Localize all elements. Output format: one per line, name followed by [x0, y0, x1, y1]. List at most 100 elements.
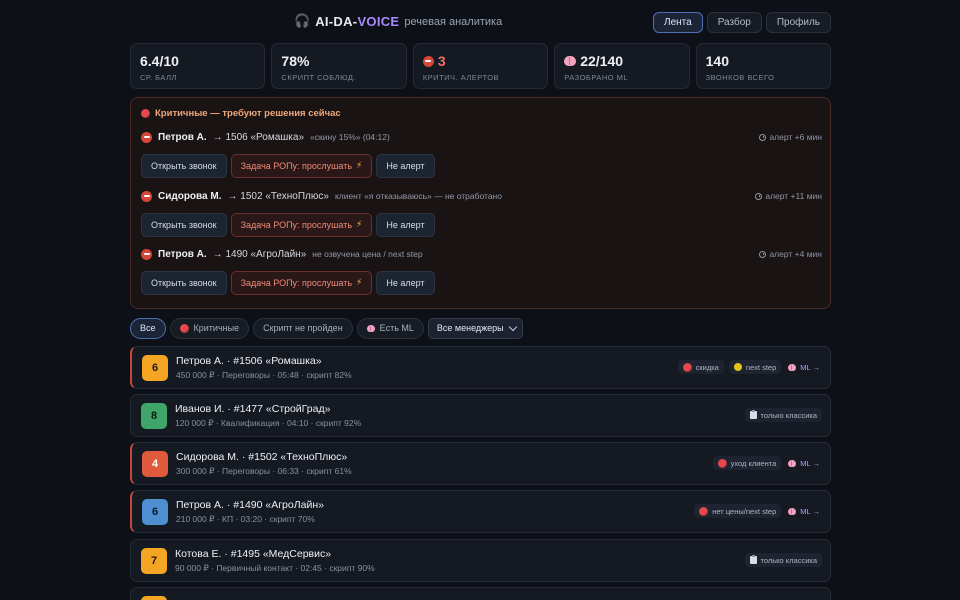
top-bar: 🎧 AI-DA-VOICE речевая аналитика Лента Ра… [130, 10, 831, 34]
open-call-button[interactable]: Открыть звонок [141, 154, 227, 178]
stat-value: 78% [281, 53, 310, 69]
lightning-icon: ⚡ [356, 220, 363, 230]
call-tags: нет цены/next step ML → [694, 504, 822, 518]
stat-value: 6.4/10 [140, 53, 179, 69]
nav-profile-button[interactable]: Профиль [765, 12, 831, 33]
score-badge: 6 [142, 355, 168, 381]
brain-icon [788, 363, 797, 371]
tag-classic-only: только классика [744, 408, 822, 422]
stat-critical-alerts: 3 КРИТИЧ. АЛЕРТОВ [412, 43, 549, 89]
nav-feed-button[interactable]: Лента [653, 12, 703, 33]
open-call-button[interactable]: Открыть звонок [141, 213, 227, 237]
call-card[interactable]: 8 Иванов И. · #1477 «СтройГрад» 120 000 … [130, 394, 831, 437]
score-badge [141, 596, 167, 600]
red-circle-icon [717, 458, 727, 468]
score-badge: 6 [142, 499, 168, 525]
critical-item: Сидорова М. → 1502 «ТехноПлюс» клиент «я… [141, 189, 822, 243]
call-meta: 120 000 ₽ · Квалификация · 04:10 · скрип… [175, 418, 362, 428]
filter-has-ml-chip[interactable]: Есть ML [356, 317, 424, 339]
ml-link[interactable]: ML → [786, 504, 822, 518]
clipboard-icon [749, 410, 757, 419]
call-meta: 450 000 ₽ · Переговоры · 05:48 · скрипт … [176, 370, 352, 380]
not-alert-button[interactable]: Не алерт [376, 271, 435, 295]
brand: 🎧 AI-DA-VOICE речевая аналитика [294, 14, 502, 29]
stats-row: 6.4/10 СР. БАЛЛ 78% СКРИПТ СОБЛЮД. 3 КРИ… [130, 43, 832, 89]
nav-analysis-button[interactable]: Разбор [706, 12, 762, 33]
no-entry-icon [141, 131, 152, 143]
call-title: Котова Е. · #1495 «МедСервис» [175, 548, 332, 560]
lightning-icon: ⚡ [356, 161, 363, 171]
no-entry-icon [141, 190, 152, 202]
call-card[interactable]: 4 Сидорова М. · #1502 «ТехноПлюс» 300 00… [130, 442, 831, 485]
filter-all-chip[interactable]: Все [130, 317, 166, 339]
open-call-button[interactable]: Открыть звонок [141, 271, 227, 295]
score-badge: 7 [141, 548, 167, 574]
clock-icon [755, 192, 763, 200]
brain-icon [788, 507, 797, 515]
clock-icon [759, 133, 767, 141]
call-tags: уход клиента ML → [712, 456, 822, 470]
filter-critical-chip[interactable]: Критичные [169, 317, 250, 339]
brain-icon [366, 324, 375, 332]
not-alert-button[interactable]: Не алерт [376, 154, 435, 178]
stat-label: КРИТИЧ. АЛЕРТОВ [422, 73, 500, 82]
call-title: Петров А. · #1506 «Ромашка» [176, 355, 322, 367]
red-circle-icon [682, 362, 692, 372]
deal-link: → 1506 «Ромашка» [212, 131, 305, 143]
yellow-circle-icon [733, 363, 742, 371]
tag-client-leaving: уход клиента [712, 456, 782, 470]
call-card[interactable]: 6 Петров А. · #1490 «АгроЛайн» 210 000 ₽… [130, 490, 831, 533]
manager-name: Петров А. [158, 248, 207, 260]
alert-time: алерт +11 мин [755, 191, 822, 201]
alert-time: алерт +4 мин [759, 249, 822, 259]
alert-note: «скину 15%» (04:12) [310, 132, 390, 142]
call-title: Иванов И. · #1477 «СтройГрад» [175, 403, 331, 415]
call-meta: 300 000 ₽ · Переговоры · 06:33 · скрипт … [176, 466, 352, 476]
call-tags: скидка next step ML → [677, 360, 822, 374]
lightning-icon: ⚡ [356, 278, 363, 288]
alert-note: не озвучена цена / next step [312, 249, 423, 259]
headphones-icon: 🎧 [294, 14, 311, 29]
call-card[interactable]: 6 Петров А. · #1506 «Ромашка» 450 000 ₽ … [130, 346, 831, 389]
stat-script-compliance: 78% СКРИПТ СОБЛЮД. [271, 43, 407, 89]
task-rop-button[interactable]: Задача РОПу: прослушать ⚡ [230, 271, 373, 295]
call-title: Сидорова М. · #1502 «ТехноПлюс» [176, 451, 348, 463]
red-circle-icon [699, 506, 709, 516]
managers-select[interactable]: Все менеджеры [427, 317, 523, 339]
task-rop-button[interactable]: Задача РОПу: прослушать ⚡ [230, 213, 373, 237]
stat-label: СКРИПТ СОБЛЮД. [281, 73, 356, 82]
tag-next-step: next step [728, 360, 782, 374]
filter-bar: Все Критичные Скрипт не пройден Есть ML … [130, 317, 523, 339]
stat-value: 140 [705, 53, 729, 69]
clock-icon [759, 250, 767, 258]
brain-icon [788, 459, 797, 467]
not-alert-button[interactable]: Не алерт [376, 213, 435, 237]
no-entry-icon [422, 55, 434, 67]
alert-time: алерт +6 мин [759, 132, 822, 142]
main-nav: Лента Разбор Профиль [653, 12, 831, 33]
score-badge: 8 [141, 403, 167, 429]
critical-panel: Критичные — требуют решения сейчас Петро… [130, 97, 831, 309]
call-meta: 90 000 ₽ · Первичный контакт · 02:45 · с… [175, 563, 375, 573]
critical-title-text: Критичные — требуют решения сейчас [155, 108, 341, 119]
alert-note: клиент «я отказываюсь» — не отработано [334, 191, 502, 201]
brain-icon [564, 56, 577, 66]
stat-value: 22/140 [580, 53, 624, 69]
red-circle-icon [179, 323, 189, 333]
tag-classic-only: только классика [744, 553, 822, 567]
filter-script-failed-chip[interactable]: Скрипт не пройден [253, 317, 353, 339]
call-card[interactable] [130, 587, 831, 600]
call-meta: 210 000 ₽ · КП · 03:20 · скрипт 70% [176, 514, 315, 524]
stat-ml-reviewed: 22/140 РАЗОБРАНО ML [554, 43, 690, 89]
task-rop-button[interactable]: Задача РОПу: прослушать ⚡ [230, 154, 373, 178]
call-card[interactable]: 7 Котова Е. · #1495 «МедСервис» 90 000 ₽… [130, 539, 831, 582]
ml-link[interactable]: ML → [786, 360, 822, 374]
stat-total-calls: 140 ЗВОНКОВ ВСЕГО [695, 43, 832, 89]
call-title: Петров А. · #1490 «АгроЛайн» [176, 499, 324, 511]
stat-avg-score: 6.4/10 СР. БАЛЛ [130, 43, 266, 89]
critical-item: Петров А. → 1490 «АгроЛайн» не озвучена … [141, 247, 822, 301]
manager-name: Петров А. [158, 131, 207, 143]
ml-link[interactable]: ML → [786, 456, 822, 470]
tag-discount: скидка [677, 360, 724, 374]
brand-subtitle: речевая аналитика [404, 15, 503, 28]
